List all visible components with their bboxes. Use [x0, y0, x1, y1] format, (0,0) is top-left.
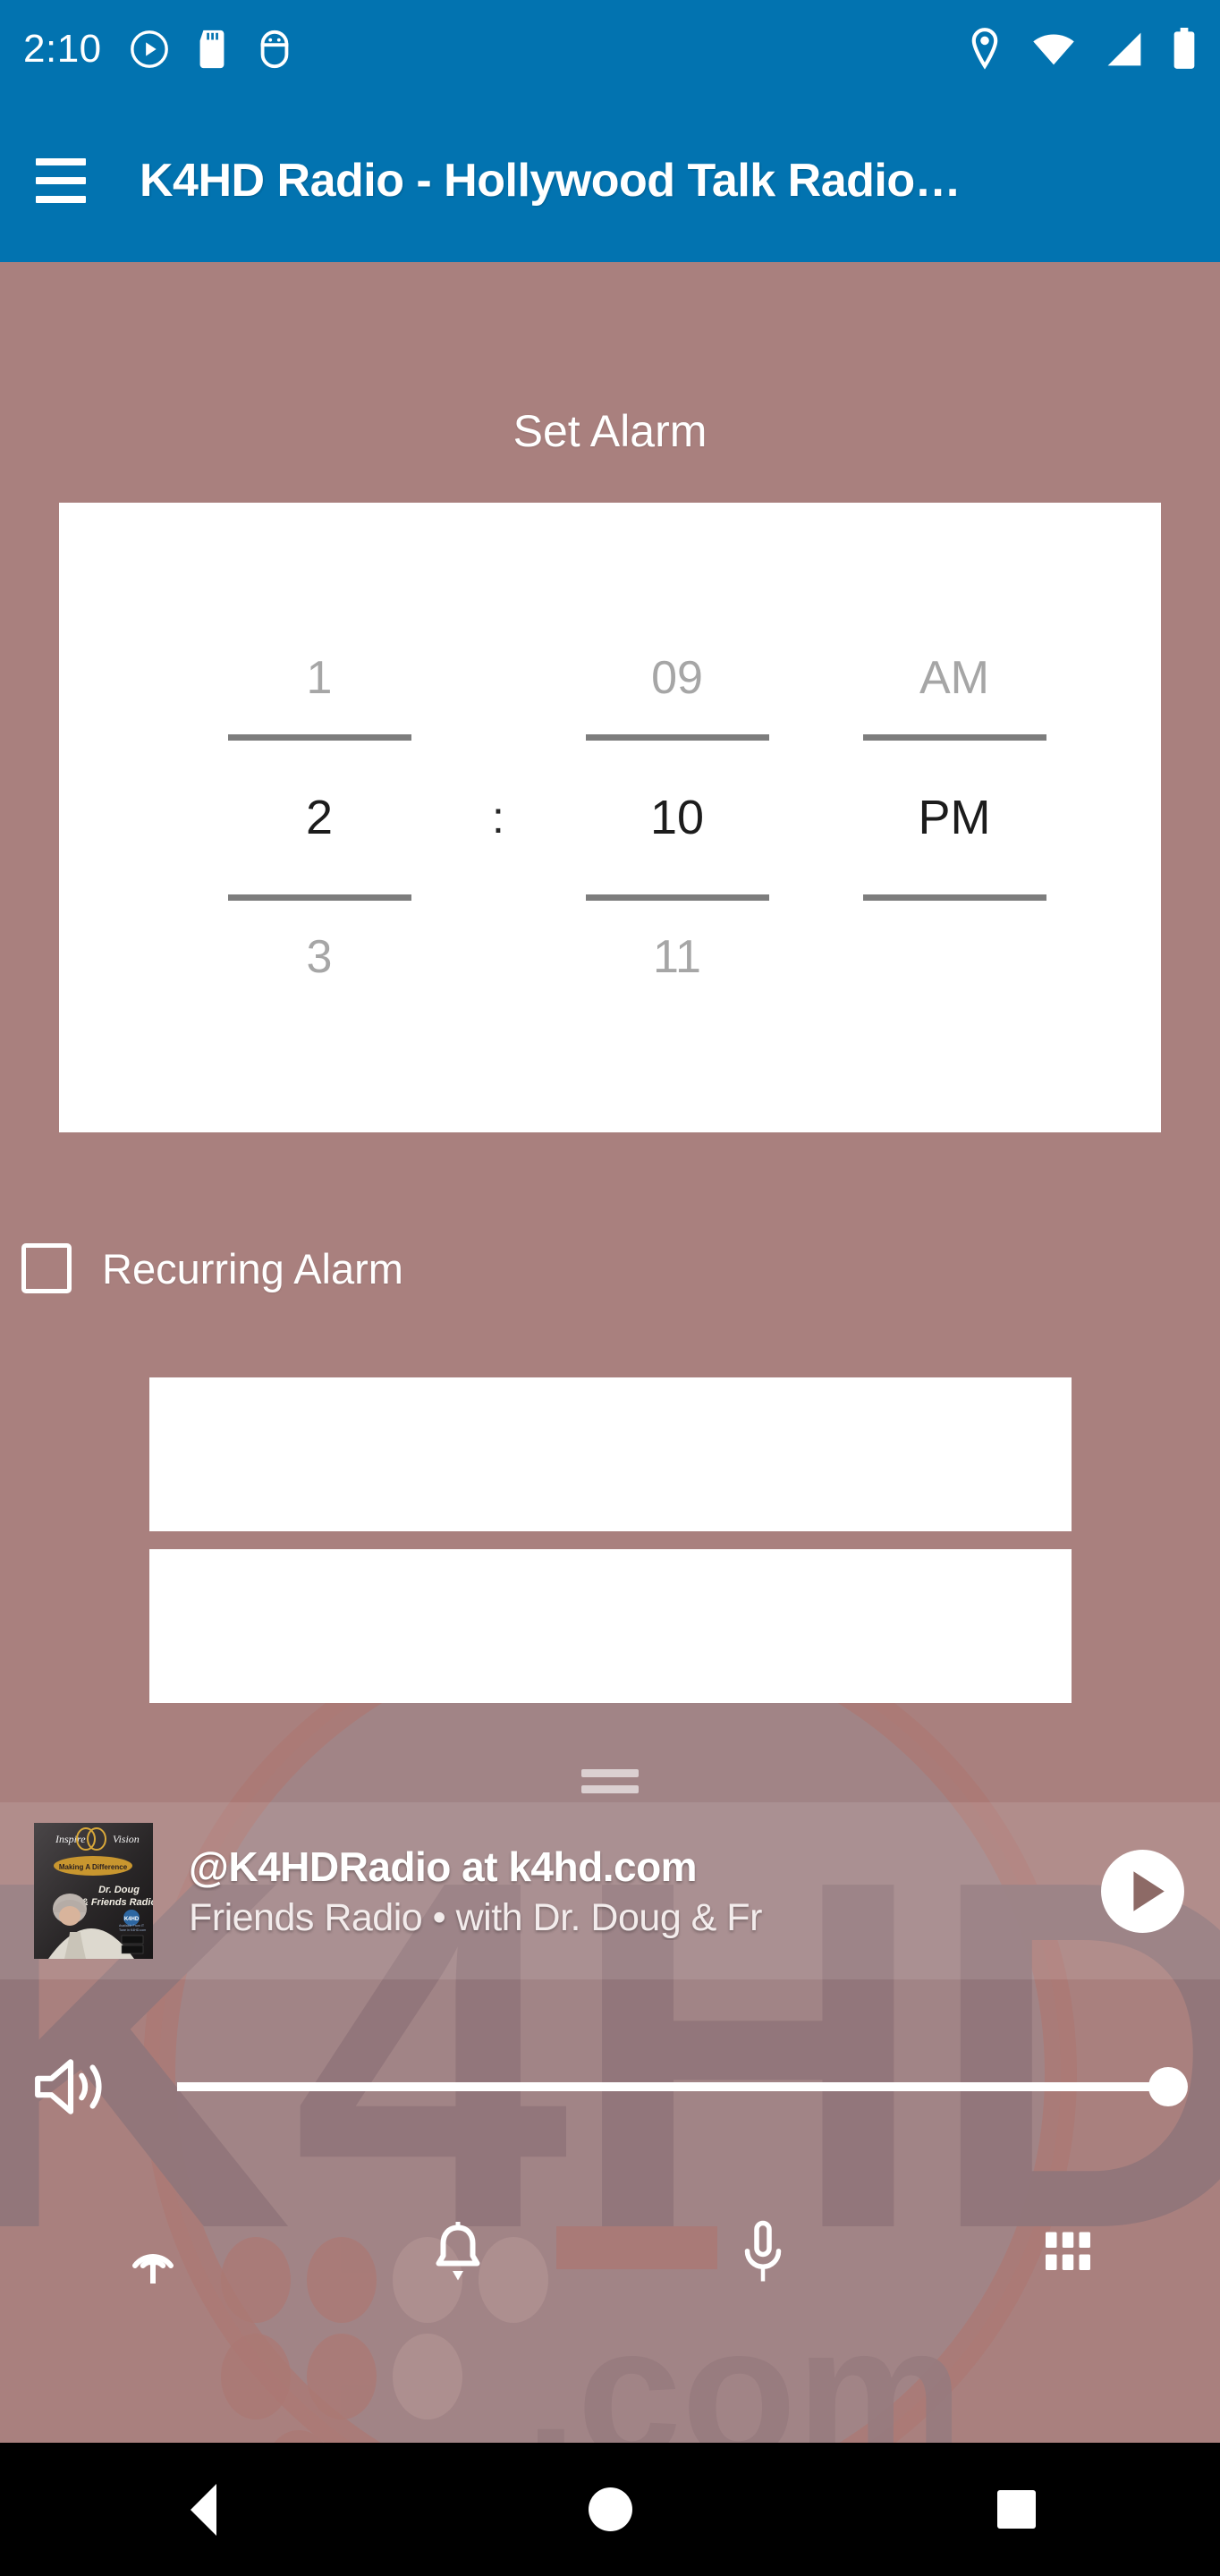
hour-previous-value[interactable]: 1 — [181, 629, 458, 727]
battery-icon — [1173, 28, 1195, 69]
status-bar: 2:10 — [0, 0, 1220, 98]
nav-item-radio[interactable] — [0, 2172, 305, 2333]
time-picker-columns: 1 2 3 : 09 10 11 AM PM — [59, 503, 1161, 1132]
recurring-alarm-checkbox[interactable] — [21, 1243, 72, 1293]
page-title: Set Alarm — [513, 406, 707, 456]
svg-text:Making A Difference: Making A Difference — [59, 1863, 128, 1871]
wifi-icon — [1033, 34, 1074, 65]
play-circle-icon — [130, 30, 168, 68]
svg-text:Tune in K4HD.com: Tune in K4HD.com — [119, 1928, 146, 1932]
hamburger-line — [36, 157, 86, 165]
back-triangle-icon — [190, 2483, 216, 2536]
meridiem-divider-top — [862, 734, 1046, 741]
mini-player[interactable]: Inspire Vision Making A Difference Dr. D… — [0, 1802, 1220, 1979]
location-pin-icon — [971, 28, 998, 70]
minute-next-value[interactable]: 11 — [538, 908, 816, 1006]
svg-text:K4HD: K4HD — [124, 1917, 140, 1922]
broadcast-tower-icon — [131, 2254, 174, 2284]
album-art-thumbnail[interactable]: Inspire Vision Making A Difference Dr. D… — [34, 1823, 153, 1959]
drag-handle-icon[interactable] — [581, 1769, 639, 1793]
mini-player-subtitle: Friends Radio • with Dr. Doug & Fr — [189, 1895, 762, 1939]
status-bar-clock: 2:10 — [23, 27, 102, 71]
hamburger-line — [36, 195, 86, 203]
mini-player-text: @K4HDRadio at k4hd.com Friends Radio • w… — [189, 1843, 1072, 1940]
hour-next-value[interactable]: 3 — [181, 908, 458, 1006]
volume-up-icon[interactable] — [32, 2048, 109, 2125]
recurring-alarm-row[interactable]: Recurring Alarm — [21, 1243, 1220, 1293]
recurring-alarm-label: Recurring Alarm — [102, 1244, 403, 1292]
nav-item-apps[interactable] — [915, 2172, 1220, 2333]
hour-divider-bottom — [227, 894, 411, 901]
svg-text:Vision: Vision — [113, 1833, 140, 1845]
microphone-icon — [744, 2220, 781, 2282]
minute-previous-value[interactable]: 09 — [538, 629, 816, 727]
home-button[interactable] — [407, 2487, 814, 2531]
time-picker-card[interactable]: 1 2 3 : 09 10 11 AM PM — [59, 503, 1161, 1132]
cellular-signal-icon — [1107, 32, 1141, 66]
svg-text:Inspire: Inspire — [55, 1833, 86, 1845]
hamburger-line — [36, 176, 86, 184]
volume-slider-fill — [177, 2082, 1168, 2091]
minute-divider-bottom — [585, 894, 769, 901]
volume-slider-track[interactable] — [177, 2067, 1188, 2106]
app-bar-title: K4HD Radio - Hollywood Talk Radio… — [140, 154, 962, 207]
content-stack: Set Alarm 1 2 3 : 09 10 11 AM PM Recurri… — [0, 405, 1220, 1703]
status-bar-system-icons — [966, 28, 1197, 71]
sd-card-icon — [199, 30, 225, 69]
home-circle-icon — [588, 2487, 632, 2531]
back-button[interactable] — [0, 2483, 407, 2536]
status-bar-notification-icons — [129, 29, 295, 70]
hour-picker-column[interactable]: 1 2 3 — [181, 629, 458, 1006]
meridiem-next-value[interactable] — [816, 908, 1093, 1006]
recents-button[interactable] — [813, 2490, 1220, 2529]
meridiem-picker-column[interactable]: AM PM — [816, 629, 1093, 1006]
volume-control-row[interactable] — [0, 2020, 1220, 2154]
album-art-image: Inspire Vision Making A Difference Dr. D… — [34, 1823, 153, 1959]
meridiem-divider-bottom — [862, 894, 1046, 901]
hour-divider-top — [227, 734, 411, 741]
alarm-panel-secondary[interactable] — [148, 1549, 1072, 1703]
recents-square-icon — [997, 2490, 1037, 2529]
nav-item-alarm[interactable] — [305, 2172, 610, 2333]
alarm-panel-primary[interactable] — [148, 1377, 1072, 1531]
time-separator-column: : — [458, 629, 538, 1006]
nav-item-microphone[interactable] — [610, 2172, 915, 2333]
minute-picker-column[interactable]: 09 10 11 — [538, 629, 816, 1006]
svg-text:Available From IT: Available From IT — [119, 1924, 145, 1928]
minute-selected-value[interactable]: 10 — [538, 748, 816, 887]
android-navigation-bar — [0, 2443, 1220, 2576]
android-debug-icon — [260, 30, 288, 69]
play-icon[interactable] — [1099, 1848, 1186, 1935]
bottom-navigation — [0, 2172, 1220, 2333]
minute-divider-top — [585, 734, 769, 741]
phone-screen: 2:10 K4HD Radio - Hollywood Talk Radio… … — [0, 0, 1220, 2576]
apps-grid-icon — [1045, 2232, 1090, 2270]
main-content: K4HD .com Set Alarm 1 2 3: 09 10 11 AM … — [0, 262, 1220, 2443]
hour-selected-value[interactable]: 2 — [181, 748, 458, 887]
time-separator: : — [492, 792, 504, 843]
bell-icon — [436, 2222, 479, 2281]
meridiem-previous-value[interactable]: AM — [816, 629, 1093, 727]
volume-slider-thumb[interactable] — [1148, 2067, 1188, 2106]
drag-handle-line — [581, 1769, 639, 1777]
svg-text:Dr. Doug: Dr. Doug — [98, 1885, 140, 1895]
drag-handle-line — [581, 1785, 639, 1793]
svg-text:& Friends Radio: & Friends Radio — [81, 1897, 153, 1908]
hamburger-menu-icon[interactable] — [36, 157, 86, 203]
meridiem-selected-value[interactable]: PM — [816, 748, 1093, 887]
mini-player-title: @K4HDRadio at k4hd.com — [189, 1843, 698, 1890]
app-bar: K4HD Radio - Hollywood Talk Radio… — [0, 98, 1220, 262]
